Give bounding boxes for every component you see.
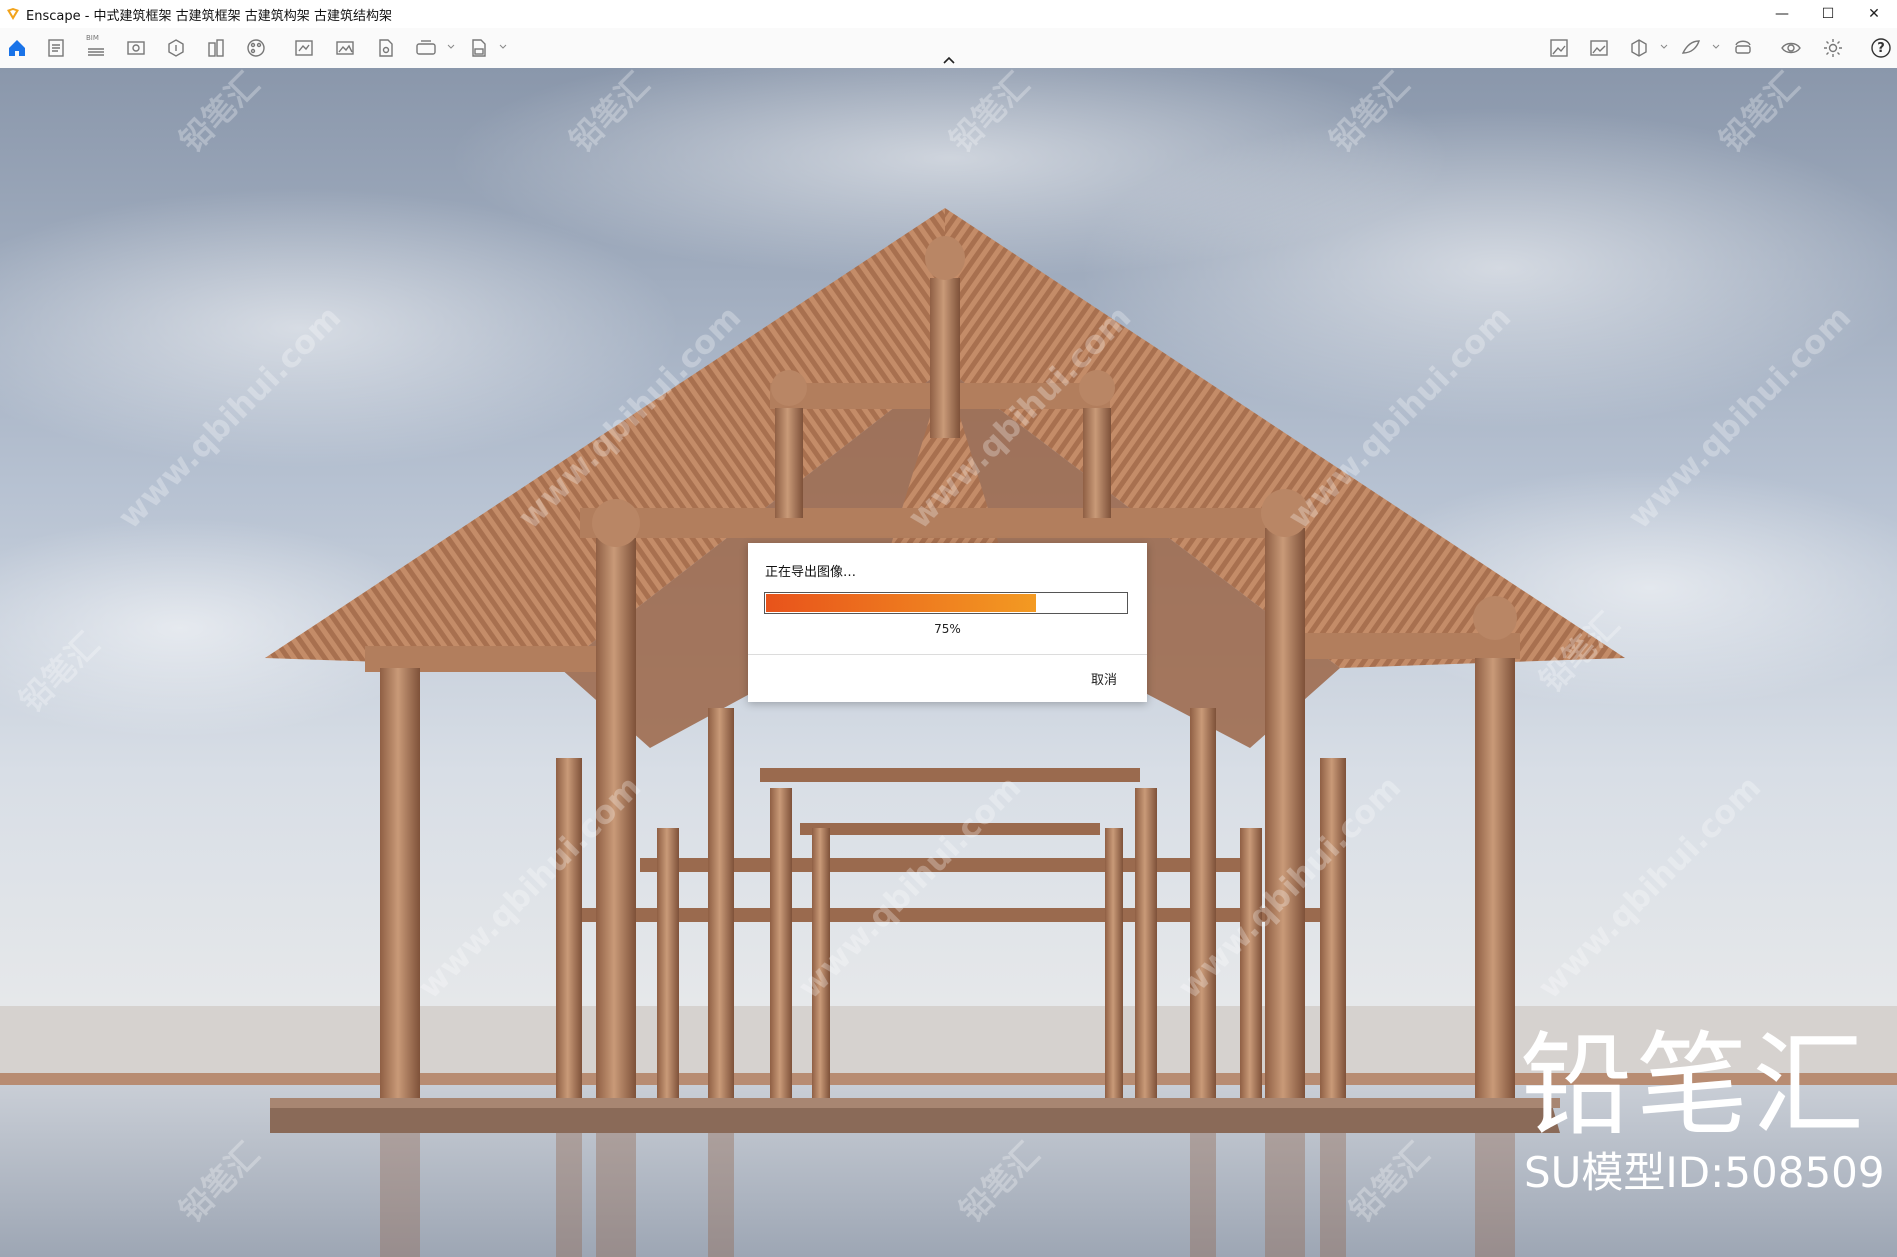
window-title: Enscape - 中式建筑框架 古建筑框架 古建筑构架 古建筑结构架 (26, 8, 392, 24)
title-bar: Enscape - 中式建筑框架 古建筑框架 古建筑构架 古建筑结构架 — ☐ … (0, 0, 1897, 28)
home-icon[interactable] (5, 36, 29, 60)
model-id-watermark: SU模型ID:508509 (1524, 1148, 1885, 1197)
vr-headset-icon[interactable] (1731, 36, 1755, 60)
gallery-icon[interactable] (1587, 36, 1611, 60)
divider (748, 654, 1147, 655)
enscape-logo-icon (7, 8, 19, 20)
close-button[interactable]: ✕ (1851, 0, 1897, 28)
cube-view-icon[interactable] (1627, 36, 1651, 60)
fly-mode-icon[interactable] (1679, 36, 1703, 60)
export-exe-icon[interactable] (466, 36, 490, 60)
chevron-down-icon[interactable] (498, 42, 508, 52)
minimize-button[interactable]: — (1759, 0, 1805, 28)
chevron-down-icon[interactable] (1659, 42, 1669, 52)
video-editor-icon[interactable] (373, 36, 397, 60)
progress-percent: 75% (934, 622, 961, 636)
dialog-title: 正在导出图像… (765, 565, 857, 580)
help-label: ? (1877, 40, 1885, 56)
views-icon[interactable] (124, 36, 148, 60)
progress-bar (764, 592, 1128, 614)
help-icon[interactable]: ? (1869, 36, 1893, 60)
export-progress-dialog: 正在导出图像… 75% 取消 (748, 543, 1147, 702)
chevron-down-icon[interactable] (446, 42, 456, 52)
visual-settings-icon[interactable] (1779, 36, 1803, 60)
notes-icon[interactable] (44, 36, 68, 60)
general-settings-icon[interactable] (1821, 36, 1845, 60)
window-controls: — ☐ ✕ (1759, 0, 1897, 28)
site-context-icon[interactable] (204, 36, 228, 60)
cancel-button[interactable]: 取消 (1091, 669, 1117, 688)
maximize-button[interactable]: ☐ (1805, 0, 1851, 28)
brand-watermark: 铅笔汇 (1520, 1021, 1868, 1151)
bim-label: BIM (86, 34, 99, 42)
panorama-icon[interactable] (414, 36, 438, 60)
sun-settings-icon[interactable] (292, 36, 316, 60)
collapse-toolbar-chevron-icon[interactable] (940, 54, 958, 66)
progress-bar-fill (766, 594, 1036, 612)
chevron-down-icon[interactable] (1711, 42, 1721, 52)
image-capture-icon[interactable] (1547, 36, 1571, 60)
material-editor-icon[interactable] (244, 36, 268, 60)
screenshot-icon[interactable] (333, 36, 357, 60)
asset-library-icon[interactable] (164, 36, 188, 60)
